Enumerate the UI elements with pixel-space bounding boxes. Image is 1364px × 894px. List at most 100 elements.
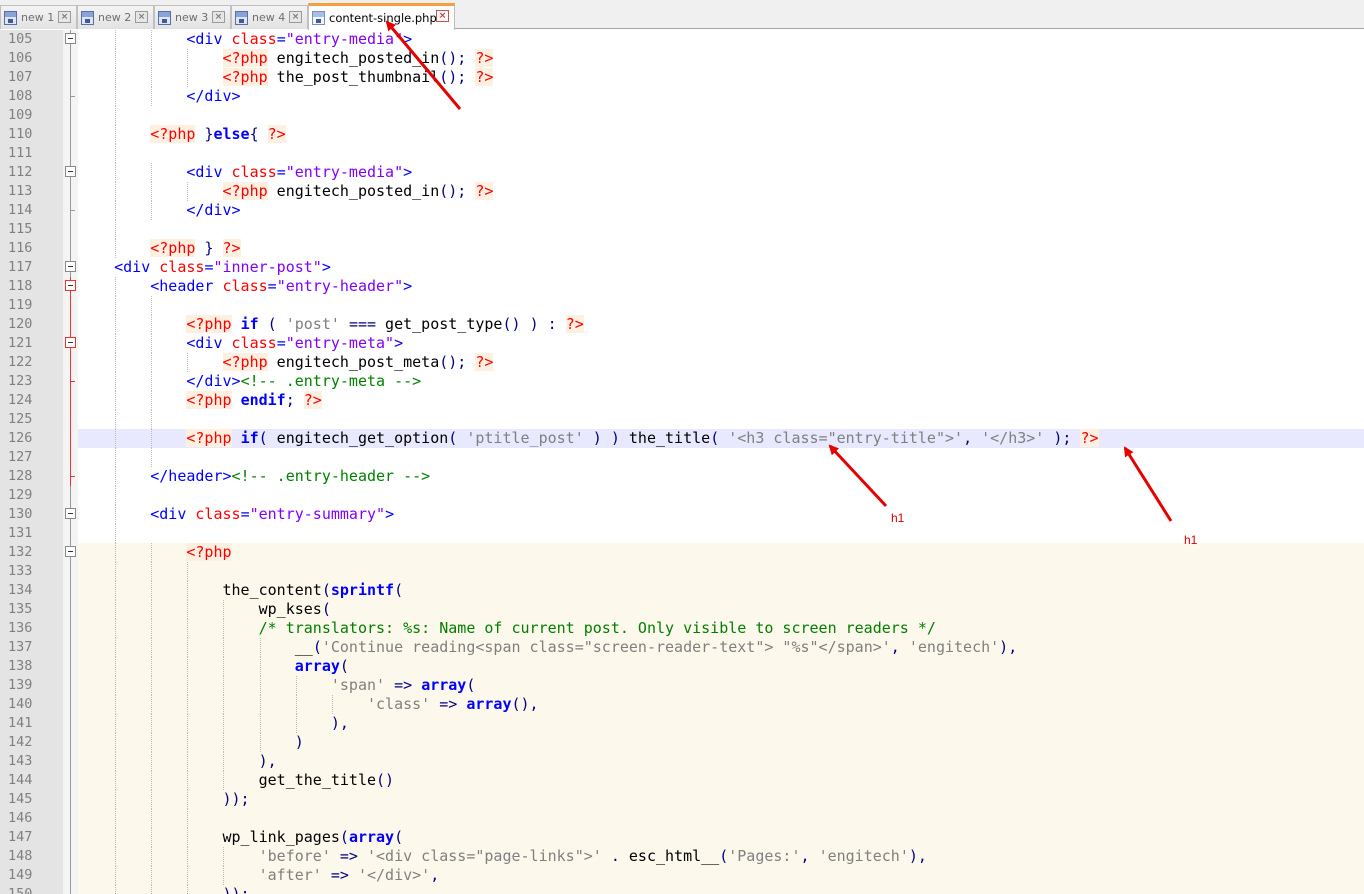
fold-collapse-icon[interactable] bbox=[65, 546, 76, 557]
code-text[interactable] bbox=[78, 448, 1364, 467]
fold-margin[interactable] bbox=[63, 163, 78, 182]
code-text[interactable]: <header class="entry-header"> bbox=[78, 277, 1364, 296]
tab-new-2[interactable]: new 2 × bbox=[77, 5, 154, 29]
fold-collapse-icon[interactable] bbox=[65, 280, 76, 291]
code-text[interactable]: 'class' => array(), bbox=[78, 695, 1364, 714]
code-line[interactable]: 150 )); bbox=[0, 885, 1364, 894]
close-tab-icon[interactable]: × bbox=[135, 11, 148, 23]
code-line[interactable]: 148 'before' => '<div class="page-links"… bbox=[0, 847, 1364, 866]
code-line[interactable]: 141 ), bbox=[0, 714, 1364, 733]
code-text[interactable] bbox=[78, 809, 1364, 828]
code-text[interactable]: <div class="entry-summary"> bbox=[78, 505, 1364, 524]
code-line[interactable]: 124 <?php endif; ?> bbox=[0, 391, 1364, 410]
fold-collapse-icon[interactable] bbox=[65, 166, 76, 177]
code-text[interactable]: </div> bbox=[78, 87, 1364, 106]
code-line[interactable]: 146 bbox=[0, 809, 1364, 828]
code-line[interactable]: 139 'span' => array( bbox=[0, 676, 1364, 695]
code-text[interactable]: <?php endif; ?> bbox=[78, 391, 1364, 410]
code-line[interactable]: 140 'class' => array(), bbox=[0, 695, 1364, 714]
code-line[interactable]: 138 array( bbox=[0, 657, 1364, 676]
fold-margin[interactable] bbox=[63, 543, 78, 562]
tab-content-single-php[interactable]: content-single.php × bbox=[308, 3, 455, 30]
fold-margin[interactable] bbox=[63, 30, 78, 49]
code-text[interactable]: 'after' => '</div>', bbox=[78, 866, 1364, 885]
code-line[interactable]: 132 <?php bbox=[0, 543, 1364, 562]
code-line[interactable]: 128 </header><!-- .entry-header --> bbox=[0, 467, 1364, 486]
code-text[interactable]: </div><!-- .entry-meta --> bbox=[78, 372, 1364, 391]
tab-new-1[interactable]: new 1 × bbox=[0, 5, 77, 29]
code-line[interactable]: 131 bbox=[0, 524, 1364, 543]
code-line[interactable]: 109 bbox=[0, 106, 1364, 125]
code-text[interactable]: <?php engitech_posted_in(); ?> bbox=[78, 182, 1364, 201]
code-line[interactable]: 117 <div class="inner-post"> bbox=[0, 258, 1364, 277]
code-line[interactable]: 115 bbox=[0, 220, 1364, 239]
code-line[interactable]: 114 </div> bbox=[0, 201, 1364, 220]
code-text[interactable]: wp_kses( bbox=[78, 600, 1364, 619]
code-line[interactable]: 127 bbox=[0, 448, 1364, 467]
code-line[interactable]: 133 bbox=[0, 562, 1364, 581]
code-text[interactable]: </header><!-- .entry-header --> bbox=[78, 467, 1364, 486]
code-line[interactable]: 129 bbox=[0, 486, 1364, 505]
close-tab-icon[interactable]: × bbox=[436, 10, 449, 22]
tab-new-3[interactable]: new 3 × bbox=[154, 5, 231, 29]
code-text[interactable]: get_the_title() bbox=[78, 771, 1364, 790]
close-tab-icon[interactable]: × bbox=[289, 11, 302, 23]
code-text[interactable] bbox=[78, 410, 1364, 429]
code-line[interactable]: 106 <?php engitech_posted_in(); ?> bbox=[0, 49, 1364, 68]
code-line[interactable]: 142 ) bbox=[0, 733, 1364, 752]
code-text[interactable] bbox=[78, 524, 1364, 543]
code-text[interactable]: array( bbox=[78, 657, 1364, 676]
code-text[interactable] bbox=[78, 220, 1364, 239]
code-line[interactable]: 144 get_the_title() bbox=[0, 771, 1364, 790]
code-text[interactable]: <?php }else{ ?> bbox=[78, 125, 1364, 144]
code-line[interactable]: 147 wp_link_pages(array( bbox=[0, 828, 1364, 847]
code-text[interactable] bbox=[78, 106, 1364, 125]
fold-collapse-icon[interactable] bbox=[65, 33, 76, 44]
code-line[interactable]: 121 <div class="entry-meta"> bbox=[0, 334, 1364, 353]
code-line[interactable]: 111 bbox=[0, 144, 1364, 163]
code-text[interactable]: <div class="entry-media"> bbox=[78, 30, 1364, 49]
code-text[interactable]: )); bbox=[78, 790, 1364, 809]
code-line[interactable]: 122 <?php engitech_post_meta(); ?> bbox=[0, 353, 1364, 372]
code-text[interactable]: __('Continue reading<span class="screen-… bbox=[78, 638, 1364, 657]
fold-collapse-icon[interactable] bbox=[65, 261, 76, 272]
code-text[interactable]: <?php } ?> bbox=[78, 239, 1364, 258]
code-line[interactable]: 126 <?php if( engitech_get_option( 'ptit… bbox=[0, 429, 1364, 448]
code-line[interactable]: 113 <?php engitech_posted_in(); ?> bbox=[0, 182, 1364, 201]
fold-margin[interactable] bbox=[63, 258, 78, 277]
code-line[interactable]: 145 )); bbox=[0, 790, 1364, 809]
code-line[interactable]: 118 <header class="entry-header"> bbox=[0, 277, 1364, 296]
code-text[interactable]: <?php if( engitech_get_option( 'ptitle_p… bbox=[78, 429, 1364, 448]
code-line[interactable]: 116 <?php } ?> bbox=[0, 239, 1364, 258]
close-tab-icon[interactable]: × bbox=[58, 11, 71, 23]
code-line[interactable]: 123 </div><!-- .entry-meta --> bbox=[0, 372, 1364, 391]
code-line[interactable]: 125 bbox=[0, 410, 1364, 429]
fold-margin[interactable] bbox=[63, 334, 78, 353]
code-text[interactable] bbox=[78, 562, 1364, 581]
code-line[interactable]: 105 <div class="entry-media"> bbox=[0, 30, 1364, 49]
code-text[interactable]: </div> bbox=[78, 201, 1364, 220]
code-text[interactable]: /* translators: %s: Name of current post… bbox=[78, 619, 1364, 638]
code-text[interactable]: 'before' => '<div class="page-links">' .… bbox=[78, 847, 1364, 866]
code-line[interactable]: 130 <div class="entry-summary"> bbox=[0, 505, 1364, 524]
code-text[interactable]: <?php engitech_posted_in(); ?> bbox=[78, 49, 1364, 68]
code-text[interactable]: <?php bbox=[78, 543, 1364, 562]
code-text[interactable]: <div class="entry-media"> bbox=[78, 163, 1364, 182]
code-line[interactable]: 137 __('Continue reading<span class="scr… bbox=[0, 638, 1364, 657]
code-text[interactable] bbox=[78, 144, 1364, 163]
code-line[interactable]: 119 bbox=[0, 296, 1364, 315]
code-line[interactable]: 108 </div> bbox=[0, 87, 1364, 106]
fold-collapse-icon[interactable] bbox=[65, 337, 76, 348]
code-text[interactable]: ), bbox=[78, 752, 1364, 771]
code-text[interactable]: <?php if ( 'post' === get_post_type() ) … bbox=[78, 315, 1364, 334]
tab-new-4[interactable]: new 4 × bbox=[231, 5, 308, 29]
code-text[interactable]: )); bbox=[78, 885, 1364, 894]
code-text[interactable]: <?php the_post_thumbnail(); ?> bbox=[78, 68, 1364, 87]
fold-margin[interactable] bbox=[63, 505, 78, 524]
fold-collapse-icon[interactable] bbox=[65, 508, 76, 519]
code-text[interactable]: wp_link_pages(array( bbox=[78, 828, 1364, 847]
code-line[interactable]: 120 <?php if ( 'post' === get_post_type(… bbox=[0, 315, 1364, 334]
code-text[interactable]: 'span' => array( bbox=[78, 676, 1364, 695]
code-text[interactable]: ), bbox=[78, 714, 1364, 733]
code-line[interactable]: 134 the_content(sprintf( bbox=[0, 581, 1364, 600]
